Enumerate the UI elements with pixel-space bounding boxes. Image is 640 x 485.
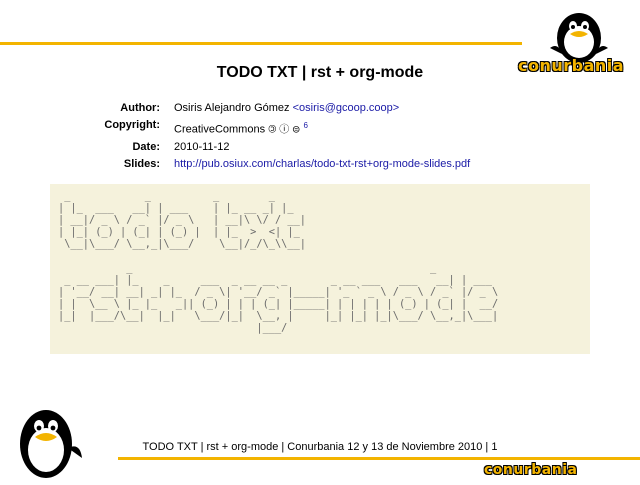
license-name: CreativeCommons: [174, 123, 269, 136]
slide-footer: TODO TXT | rst + org-mode | Conurbania 1…: [142, 441, 498, 453]
meta-row-date: Date: 2010-11-12: [80, 139, 470, 156]
meta-value: http://pub.osiux.com/charlas/todo-txt-rs…: [174, 156, 470, 173]
ascii-art-text: _ _ _ _ | |_ ___ __| | ___ | |_ __ _| |_…: [58, 190, 499, 334]
author-email-link[interactable]: <osiris@gcoop.coop>: [293, 102, 400, 114]
meta-key: Slides:: [123, 157, 160, 170]
slides-url-link[interactable]: http://pub.osiux.com/charlas/todo-txt-rs…: [174, 158, 470, 170]
meta-key: Author:: [120, 102, 160, 114]
author-name: Osiris Alejandro Gómez: [174, 102, 293, 114]
slide-title: TODO TXT | rst + org-mode: [216, 64, 424, 81]
footnote-marker[interactable]: 6: [303, 121, 307, 130]
creative-commons-icon: 🄯 ⓘ ⊜: [268, 124, 301, 136]
meta-value: CreativeCommons 🄯 ⓘ ⊜ 6: [174, 117, 308, 139]
meta-value: Osiris Alejandro Gómez <osiris@gcoop.coo…: [174, 100, 399, 117]
meta-row-author: Author: Osiris Alejandro Gómez <osiris@g…: [80, 100, 470, 117]
metadata-table: Author: Osiris Alejandro Gómez <osiris@g…: [80, 100, 470, 173]
ascii-art-banner: _ _ _ _ | |_ ___ __| | ___ | |_ __ _| |_…: [50, 184, 590, 354]
meta-key: Date:: [132, 140, 160, 153]
date-value: 2010-11-12: [174, 140, 230, 153]
meta-row-copyright: Copyright: CreativeCommons 🄯 ⓘ ⊜ 6: [80, 117, 470, 139]
top-divider: [0, 42, 522, 45]
conurbania-logo-bottom: conurbania: [484, 462, 578, 478]
meta-row-slides: Slides: http://pub.osiux.com/charlas/tod…: [80, 156, 470, 173]
meta-key: Copyright:: [104, 119, 160, 131]
bottom-divider: [118, 457, 640, 460]
